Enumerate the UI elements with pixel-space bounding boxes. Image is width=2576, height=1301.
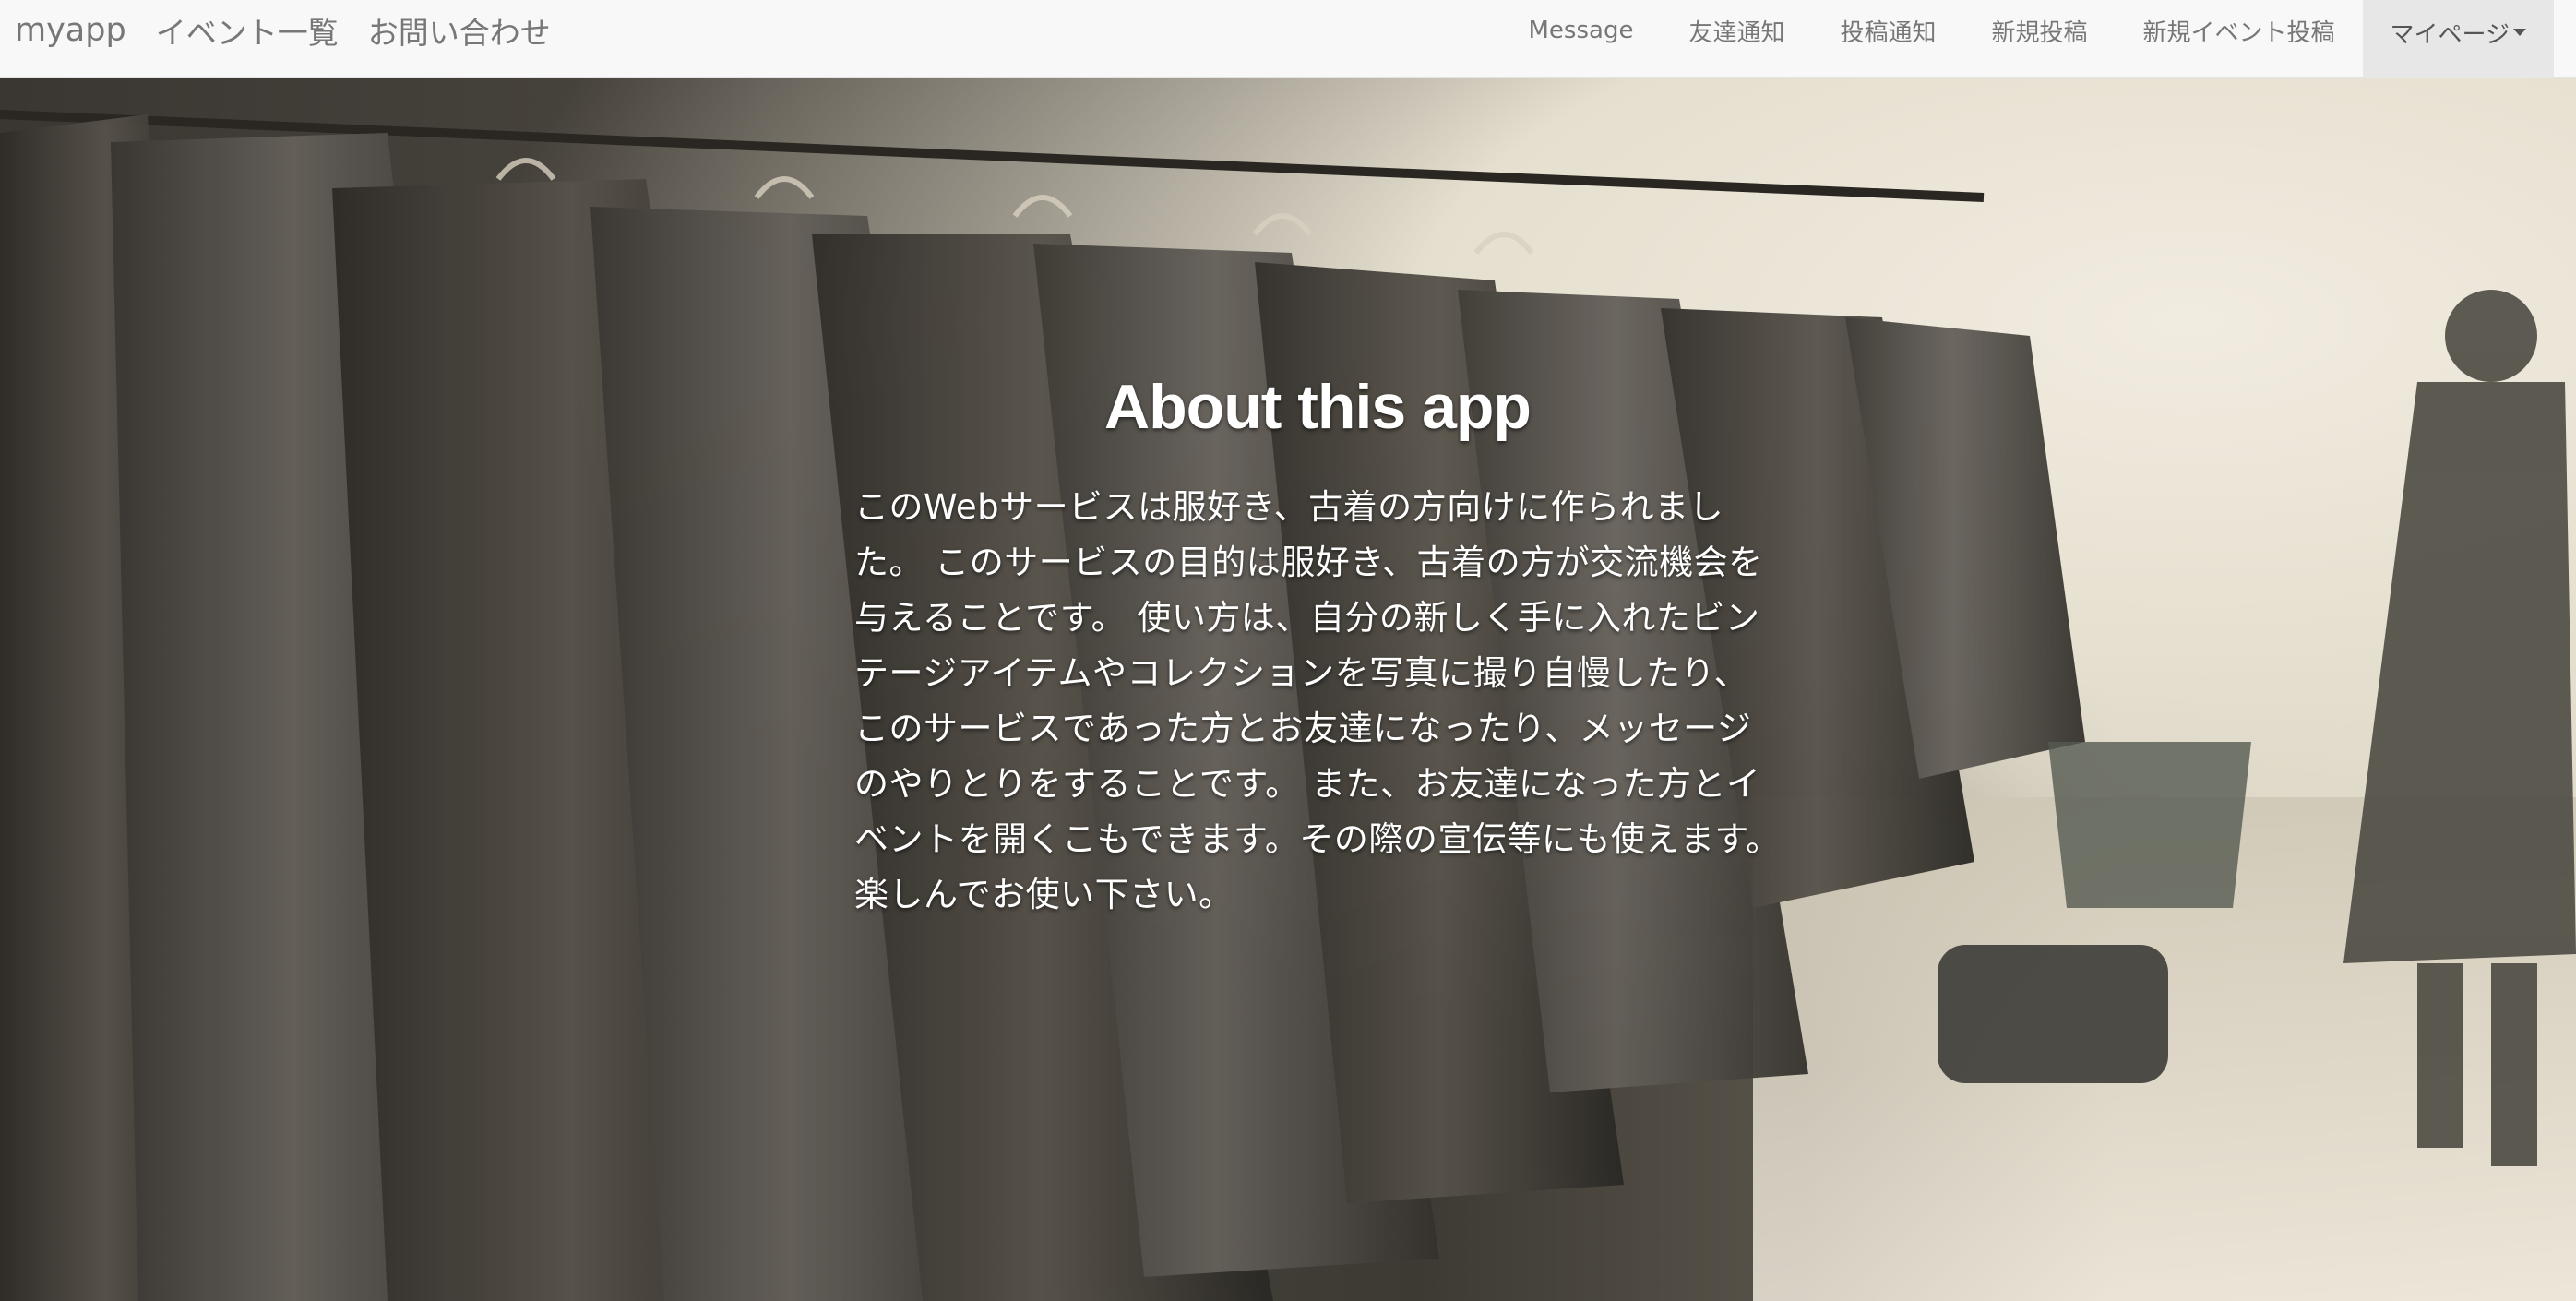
about-body-text: このWebサービスは服好き、古着の方向けに作られました。 このサービスの目的は服…	[854, 487, 1781, 915]
brand-link[interactable]: myapp	[15, 12, 126, 49]
about-title: About this app	[1104, 372, 1532, 442]
hero-section: About this app このWebサービスは服好き、古着の方向けに作られま…	[0, 78, 2576, 1301]
top-navbar: myapp イベント一覧 お問い合わせ Message 友達通知 投稿通知 新規…	[0, 0, 2576, 78]
nav-link-new-post[interactable]: 新規投稿	[1963, 0, 2115, 61]
nav-link-message[interactable]: Message	[1501, 0, 1662, 61]
navbar-right: Message 友達通知 投稿通知 新規投稿 新規イベント投稿 マイページ	[1501, 0, 2554, 78]
mypage-dropdown[interactable]: マイページ	[2362, 0, 2554, 78]
mypage-label: マイページ	[2390, 21, 2510, 49]
navbar-left: myapp イベント一覧 お問い合わせ	[15, 0, 580, 61]
about-section: About this app このWebサービスは服好き、古着の方向けに作られま…	[854, 371, 1781, 923]
caret-down-icon	[2513, 29, 2526, 36]
nav-link-contact[interactable]: お問い合わせ	[368, 8, 551, 53]
nav-link-post-notifications[interactable]: 投稿通知	[1812, 0, 1963, 61]
nav-link-friend-notifications[interactable]: 友達通知	[1661, 0, 1812, 61]
nav-link-event-list[interactable]: イベント一覧	[156, 8, 339, 53]
nav-link-new-event-post[interactable]: 新規イベント投稿	[2116, 0, 2363, 61]
